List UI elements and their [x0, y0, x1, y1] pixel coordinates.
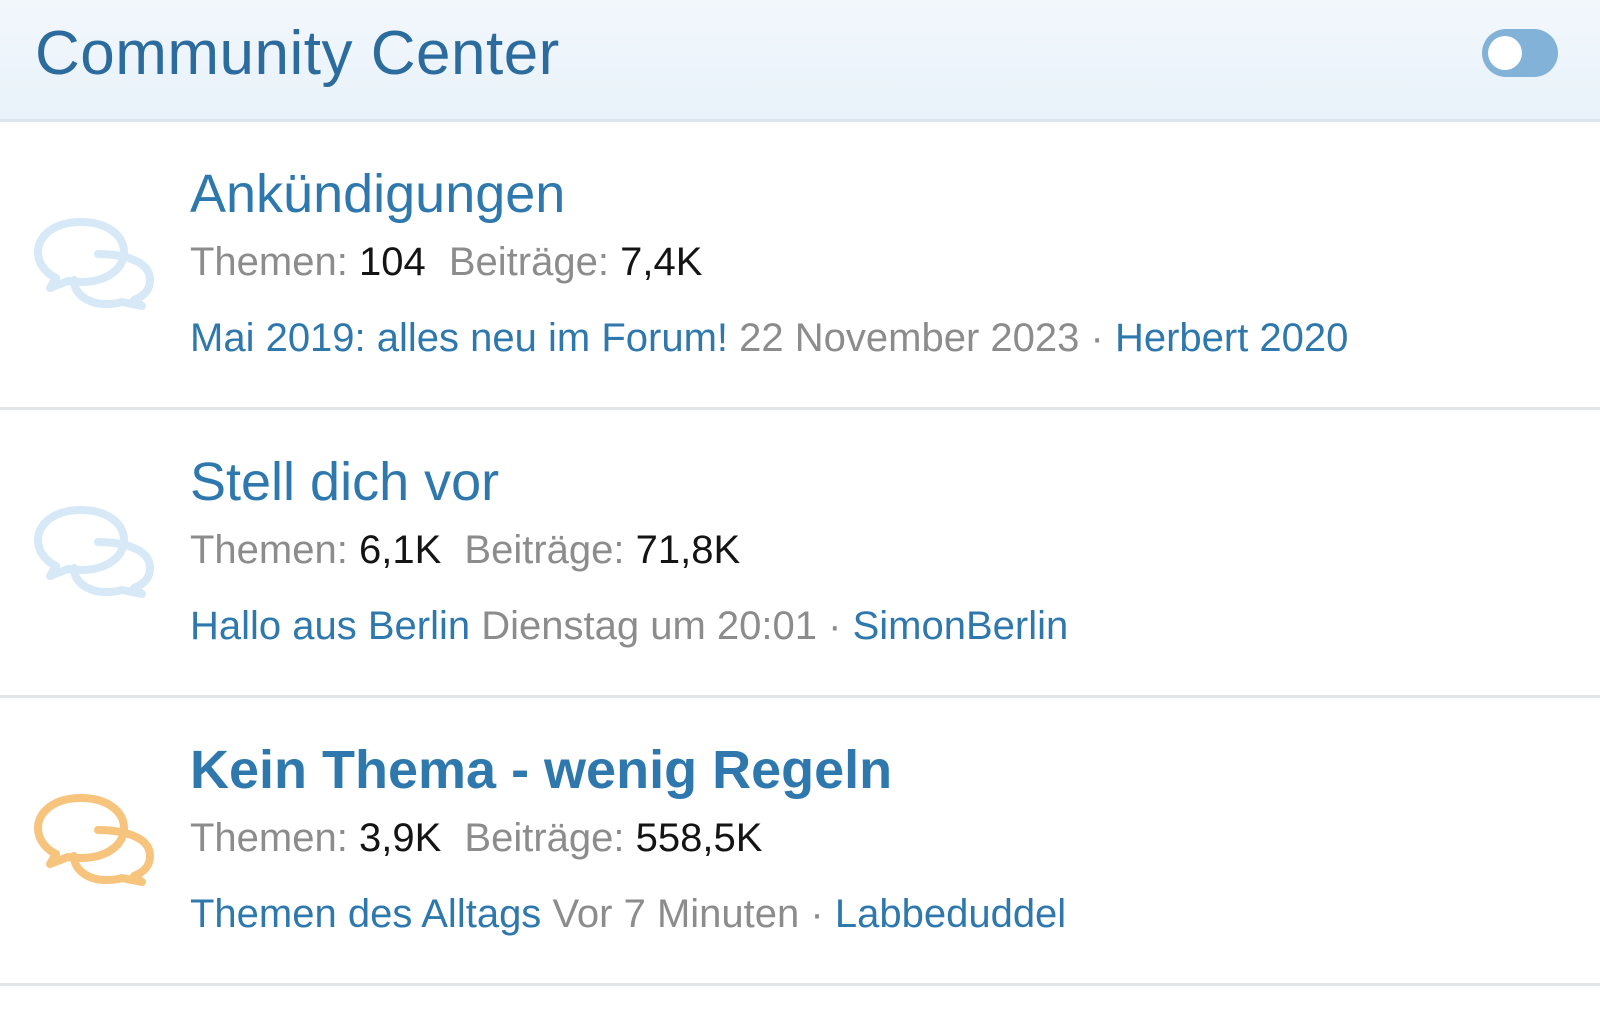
- collapse-toggle[interactable]: [1482, 29, 1558, 77]
- forum-title-link[interactable]: Stell dich vor: [190, 448, 1580, 516]
- separator-dot: ·: [828, 604, 842, 648]
- forum-row-ankuendigungen: Ankündigungen Themen: 104 Beiträge: 7,4K…: [0, 122, 1600, 410]
- category-title: Community Center: [35, 19, 560, 88]
- themen-count: 3,9K: [358, 816, 442, 860]
- chat-bubbles-icon: [32, 214, 158, 312]
- latest-post-date: Dienstag um 20:01: [481, 604, 818, 648]
- latest-thread-link[interactable]: Hallo aus Berlin: [190, 604, 470, 648]
- forum-title-link[interactable]: Kein Thema - wenig Regeln: [190, 736, 1580, 804]
- forum-stats: Themen: 104 Beiträge: 7,4K: [190, 234, 1580, 290]
- latest-post: Themen des Alltags Vor 7 Minuten · Labbe…: [190, 888, 1580, 940]
- latest-thread-link[interactable]: Themen des Alltags: [190, 892, 541, 936]
- latest-post-date: 22 November 2023: [739, 316, 1080, 360]
- themen-count: 104: [358, 240, 426, 284]
- latest-post-date: Vor 7 Minuten: [552, 892, 800, 936]
- separator-dot: ·: [1090, 316, 1104, 360]
- forum-stats: Themen: 3,9K Beiträge: 558,5K: [190, 810, 1580, 866]
- latest-post: Mai 2019: alles neu im Forum! 22 Novembe…: [190, 312, 1580, 364]
- beitraege-count: 7,4K: [620, 240, 703, 284]
- beitraege-label: Beiträge:: [448, 240, 609, 284]
- beitraege-count: 558,5K: [635, 816, 763, 860]
- latest-thread-link[interactable]: Mai 2019: alles neu im Forum!: [190, 316, 728, 360]
- themen-count: 6,1K: [358, 528, 442, 572]
- forum-title-link[interactable]: Ankündigungen: [190, 160, 1580, 228]
- themen-label: Themen:: [190, 528, 348, 572]
- beitraege-label: Beiträge:: [464, 816, 625, 860]
- beitraege-label: Beiträge:: [464, 528, 625, 572]
- beitraege-count: 71,8K: [635, 528, 741, 572]
- forum-row-kein-thema: Kein Thema - wenig Regeln Themen: 3,9K B…: [0, 698, 1600, 986]
- forum-row-stell-dich-vor: Stell dich vor Themen: 6,1K Beiträge: 71…: [0, 410, 1600, 698]
- forum-stats: Themen: 6,1K Beiträge: 71,8K: [190, 522, 1580, 578]
- chat-bubbles-icon: [32, 790, 158, 888]
- separator-dot: ·: [810, 892, 824, 936]
- chat-bubbles-icon: [32, 502, 158, 600]
- latest-post-user-link[interactable]: Labbeduddel: [835, 892, 1066, 936]
- latest-post-user-link[interactable]: SimonBerlin: [853, 604, 1069, 648]
- category-header: Community Center: [0, 0, 1600, 122]
- latest-post-user-link[interactable]: Herbert 2020: [1115, 316, 1348, 360]
- latest-post: Hallo aus Berlin Dienstag um 20:01 · Sim…: [190, 600, 1580, 652]
- themen-label: Themen:: [190, 816, 348, 860]
- themen-label: Themen:: [190, 240, 348, 284]
- toggle-knob: [1488, 36, 1522, 70]
